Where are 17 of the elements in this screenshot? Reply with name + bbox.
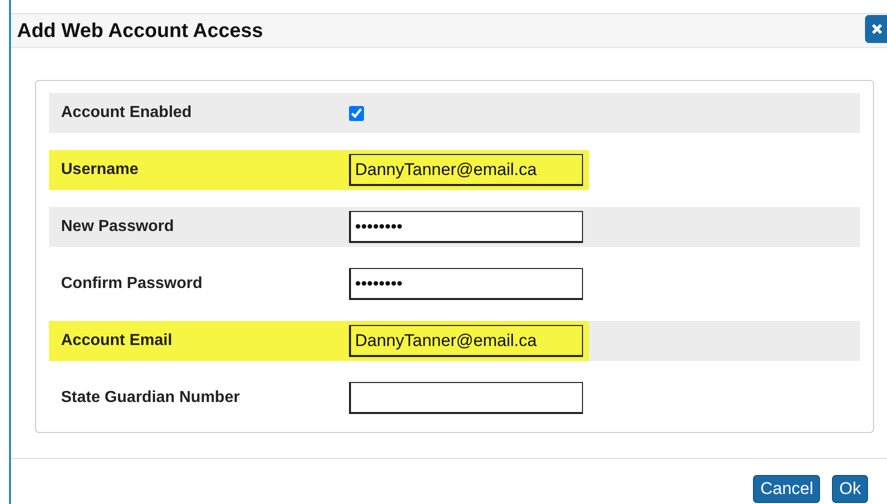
field-label: Account Enabled [61,103,193,123]
input-field[interactable]: •••••••• [349,211,583,243]
dialog-button[interactable]: Ok [832,475,868,503]
input-field[interactable]: DannyTanner@email.ca [349,154,583,186]
close-icon [871,23,883,35]
input-field[interactable]: DannyTanner@email.ca [349,325,583,357]
field-label: Username [61,160,140,180]
field-label: State Guardian Number [61,388,241,408]
field-label: Confirm Password [61,274,204,294]
field-label: New Password [61,217,175,237]
input-field[interactable] [349,382,583,414]
close-button[interactable] [865,15,887,43]
dialog-title: Add Web Account Access [17,18,263,42]
checkbox[interactable] [349,106,364,120]
dialog-button[interactable]: Cancel [753,475,820,503]
field-label: Account Email [61,331,174,351]
input-field[interactable]: •••••••• [349,268,583,300]
